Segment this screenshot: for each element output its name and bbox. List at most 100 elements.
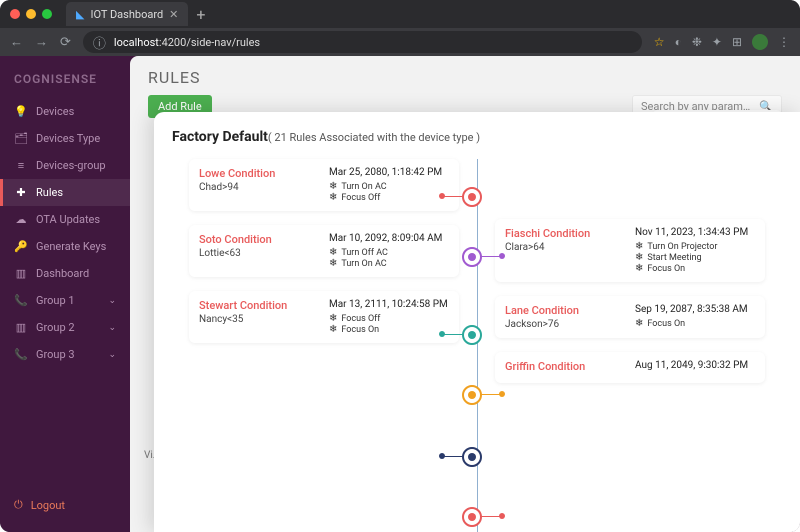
nav-icon: ≡: [14, 159, 28, 172]
close-dot[interactable]: [10, 9, 20, 19]
snowflake-icon: ❄: [329, 324, 337, 335]
logout-label: Logout: [31, 499, 65, 512]
nav-label: Rules: [36, 186, 63, 199]
condition-name: Fiaschi Condition: [505, 227, 625, 240]
timeline-node[interactable]: [462, 247, 482, 267]
action-line: ❄Focus Off: [329, 313, 449, 324]
rules-modal: Factory Default( 21 Rules Associated wit…: [154, 112, 800, 532]
timeline-node[interactable]: [462, 507, 482, 527]
nav-icon: 🗂: [14, 132, 28, 145]
rule-card[interactable]: Lane Condition Jackson>76 Sep 19, 2087, 8…: [495, 296, 765, 338]
nav-icon: ▥: [14, 321, 28, 334]
rule-timestamp: Mar 13, 2111, 10:24:58 PM: [329, 299, 449, 310]
connector-dot: [439, 193, 445, 199]
condition-name: Soto Condition: [199, 233, 319, 246]
site-info-icon[interactable]: ⓘ: [93, 33, 106, 52]
rule-card[interactable]: Stewart Condition Nancy<35 Mar 13, 2111, …: [189, 291, 459, 343]
snowflake-icon: ❄: [329, 247, 337, 258]
forward-icon[interactable]: →: [35, 34, 48, 50]
power-icon: ⏻: [14, 498, 23, 512]
sidebar-item-group-1[interactable]: 📞Group 1⌄: [0, 287, 130, 314]
rule-card[interactable]: Lowe ConditionChad>94 Mar 25, 2080, 1:18…: [189, 159, 459, 211]
url-text: localhost:4200/side-nav/rules: [114, 36, 260, 49]
action-line: ❄Focus Off: [329, 192, 449, 203]
action-line: ❄Turn On AC: [329, 258, 449, 269]
rule-timestamp: Nov 11, 2023, 1:34:43 PM: [635, 227, 755, 238]
condition-expr: Clara>64: [505, 242, 625, 253]
nav-icon: ▥: [14, 267, 28, 280]
nav-icon: ☁: [14, 213, 28, 226]
timeline-node[interactable]: [462, 385, 482, 405]
snowflake-icon: ❄: [635, 318, 643, 329]
reload-icon[interactable]: ⟳: [60, 35, 71, 50]
bookmark-icon[interactable]: ☆: [654, 35, 665, 49]
sidebar-item-devices[interactable]: 💡Devices: [0, 98, 130, 125]
action-line: ❄Start Meeting: [635, 252, 755, 263]
new-tab-button[interactable]: +: [196, 5, 205, 24]
nav-icon: 🔑: [14, 240, 28, 253]
browser-tab[interactable]: ◣ IOT Dashboard ✕: [66, 2, 188, 26]
rule-card[interactable]: Fiaschi Condition Clara>64 Nov 11, 2023, …: [495, 219, 765, 282]
timeline-node[interactable]: [462, 187, 482, 207]
modal-subtitle: ( 21 Rules Associated with the device ty…: [268, 131, 480, 144]
rule-card[interactable]: Soto Condition Lottie<63 Mar 10, 2092, 8:…: [189, 225, 459, 277]
timeline-left-col: Lowe ConditionChad>94 Mar 25, 2080, 1:18…: [172, 159, 477, 532]
extension-icon[interactable]: ✦: [712, 35, 722, 49]
connector-dot: [499, 513, 505, 519]
timeline-node[interactable]: [462, 447, 482, 467]
sidebar-item-ota-updates[interactable]: ☁OTA Updates: [0, 206, 130, 233]
logout-button[interactable]: ⏻ Logout: [0, 488, 130, 522]
browser-tabbar: ◣ IOT Dashboard ✕ +: [0, 0, 800, 28]
browser-actions: ☆ ◐ ❉ ✦ ⊞ ⋮: [654, 34, 790, 50]
chevron-down-icon: ⌄: [108, 323, 116, 333]
sidebar-item-group-2[interactable]: ▥ Group 2 ⌄: [0, 314, 130, 341]
condition-name: Lowe Condition: [199, 167, 319, 180]
snowflake-icon: ❄: [329, 181, 337, 192]
nav-label: Group 1: [36, 294, 75, 307]
condition-name: Stewart Condition: [199, 299, 319, 312]
minimize-dot[interactable]: [26, 9, 36, 19]
menu-icon[interactable]: ⋮: [778, 35, 790, 49]
extension-icon[interactable]: ❉: [692, 35, 702, 49]
back-icon[interactable]: ←: [10, 34, 23, 50]
rule-card[interactable]: Griffin Condition Aug 11, 2049, 9:30:32 …: [495, 352, 765, 383]
modal-title: Factory Default: [172, 129, 268, 145]
condition-expr: Lottie<63: [199, 248, 319, 259]
snowflake-icon: ❄: [329, 192, 337, 203]
nav-label: Devices Type: [36, 132, 100, 145]
profile-avatar[interactable]: [752, 34, 768, 50]
nav-label: Devices-group: [36, 159, 106, 172]
rule-timestamp: Sep 19, 2087, 8:35:38 AM: [635, 304, 755, 315]
action-line: ❄Focus On: [635, 263, 755, 274]
action-line: ❄Turn On Projector: [635, 241, 755, 252]
nav-icon: ✚: [14, 186, 28, 199]
timeline-axis: [477, 159, 478, 532]
url-input[interactable]: ⓘ localhost:4200/side-nav/rules: [83, 31, 642, 53]
close-tab-icon[interactable]: ✕: [169, 8, 178, 21]
condition-name: Lane Condition: [505, 304, 625, 317]
sidebar-item-group-3[interactable]: 📞Group 3⌄: [0, 341, 130, 368]
sidebar-item-dashboard[interactable]: ▥Dashboard: [0, 260, 130, 287]
action-line: ❄Turn Off AC: [329, 247, 449, 258]
modal-header: Factory Default( 21 Rules Associated wit…: [172, 126, 782, 145]
tab-title: IOT Dashboard: [90, 8, 163, 21]
sidebar-item-generate-keys[interactable]: 🔑Generate Keys: [0, 233, 130, 260]
extension-icon[interactable]: ◐: [675, 35, 682, 49]
rule-timestamp: Aug 11, 2049, 9:30:32 PM: [635, 360, 755, 371]
sidebar-item-rules[interactable]: ✚ Rules: [0, 179, 130, 206]
condition-expr: Nancy<35: [199, 314, 319, 325]
timeline-right-col: Fiaschi Condition Clara>64 Nov 11, 2023, …: [477, 159, 782, 532]
page-title: RULES: [148, 68, 782, 87]
timeline-node[interactable]: [462, 325, 482, 345]
extensions-icon[interactable]: ⊞: [732, 35, 742, 49]
condition-expr: Jackson>76: [505, 319, 625, 330]
rule-timestamp: Mar 25, 2080, 1:18:42 PM: [329, 167, 449, 178]
rule-timestamp: Mar 10, 2092, 8:09:04 AM: [329, 233, 449, 244]
app-root: COGNISENSE 💡Devices🗂Devices Type≡Devices…: [0, 56, 800, 532]
maximize-dot[interactable]: [42, 9, 52, 19]
sidebar-item-devices-type[interactable]: 🗂 Devices Type: [0, 125, 130, 152]
nav-label: Group 2: [36, 321, 75, 334]
sidebar-item-devices-group[interactable]: ≡ Devices-group: [0, 152, 130, 179]
tab-favicon: ◣: [76, 8, 84, 21]
nav-icon: 📞: [14, 294, 28, 307]
